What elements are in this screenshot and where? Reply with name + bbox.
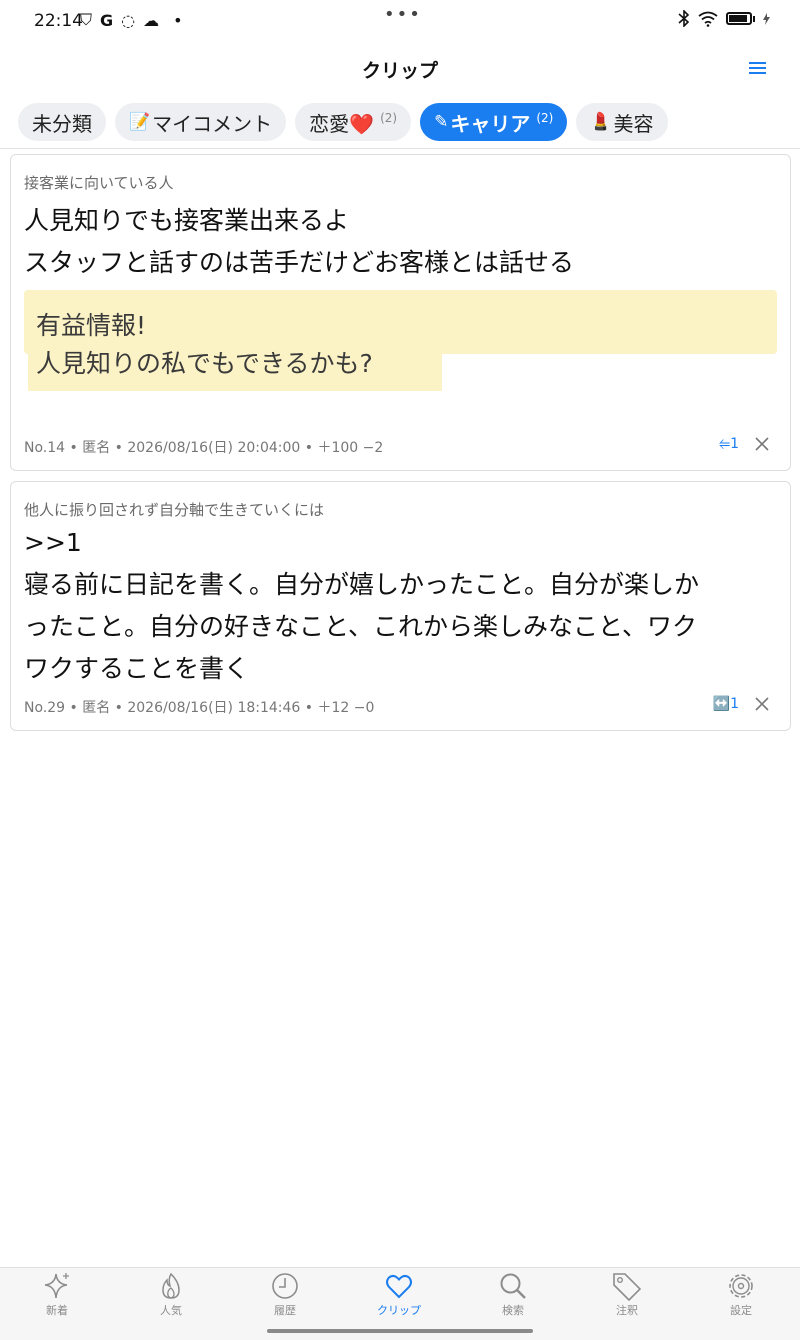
tab-love[interactable]: 恋愛❤️ (2): [295, 103, 412, 141]
bottom-tab-label: 注釈: [616, 1304, 638, 1317]
tab-label: 未分類: [32, 111, 92, 136]
comment-line: 寝る前に日記を書く。自分が嬉しかったこと。自分が楽しか: [24, 570, 700, 599]
status-system-icons: [678, 10, 770, 27]
thread-title[interactable]: 接客業に向いている人: [24, 172, 174, 193]
bottom-tab-settings[interactable]: 設定: [684, 1268, 798, 1328]
category-tabs: 未分類 📝 マイコメント 恋愛❤️ (2) ✎ キャリア (2) 💄 美容: [18, 103, 668, 141]
bottom-tab-label: 新着: [46, 1304, 68, 1317]
bottom-tab-label: 履歴: [274, 1304, 296, 1317]
nav-header: クリップ: [0, 50, 800, 90]
battery-tip: [753, 15, 755, 22]
menu-icon[interactable]: [749, 62, 766, 76]
reply-link[interactable]: ↔️1: [713, 696, 739, 712]
comment-image[interactable]: 有益情報! 人見知りの私でもできるかも?: [24, 290, 777, 391]
clock-icon: [272, 1273, 298, 1299]
tab-label: 美容: [613, 111, 654, 136]
image-text-line: 人見知りの私でもできるかも?: [36, 349, 373, 378]
wifi-icon: [698, 11, 718, 27]
comment-line: スタッフと話すのは苦手だけどお客様とは話せる: [24, 248, 575, 277]
close-icon[interactable]: [754, 436, 770, 452]
image-text-line: 有益情報!: [36, 311, 147, 340]
bottom-tab-annotation[interactable]: 注釈: [570, 1268, 684, 1328]
tag-icon: [613, 1273, 642, 1301]
status-bar: 22:14 ⛉ G ◌ ☁ • •••: [0, 0, 800, 44]
charging-icon: [763, 12, 770, 25]
comment-meta: No.29 • 匿名 • 2026/08/16(日) 18:14:46 • ＋1…: [24, 700, 375, 716]
tab-career[interactable]: ✎ キャリア (2): [420, 103, 568, 141]
home-indicator[interactable]: [267, 1329, 533, 1333]
comment-body: 人見知りでも接客業出来るよ スタッフと話すのは苦手だけどお客様とは話せる: [24, 200, 770, 284]
vpn-shield-icon: ⛉: [80, 10, 93, 29]
divider: [0, 148, 800, 149]
status-notification-icons: ⛉ G ◌ ☁ •: [80, 10, 183, 30]
cloud-icon: ☁: [143, 10, 160, 30]
close-icon[interactable]: [754, 696, 770, 712]
memo-icon: 📝: [129, 112, 151, 132]
tab-label: キャリア: [450, 111, 531, 136]
bottom-tab-clip[interactable]: クリップ: [342, 1268, 456, 1328]
battery-icon: [726, 12, 752, 25]
tab-beauty[interactable]: 💄 美容: [576, 103, 668, 141]
multitask-dots-icon[interactable]: •••: [384, 4, 422, 25]
clip-card[interactable]: 他人に振り回されず自分軸で生きていくには >>1 寝る前に日記を書く。自分が嬉し…: [10, 481, 791, 731]
comment-line: ったこと。自分の好きなこと、これから楽しみなこと、ワク: [24, 612, 698, 641]
heart-icon: [386, 1274, 412, 1299]
bottom-tab-new[interactable]: 新着: [0, 1268, 114, 1328]
bottom-tab-label: 人気: [160, 1304, 182, 1317]
tab-label: マイコメント: [152, 111, 273, 136]
tab-label: 恋愛❤️: [309, 111, 375, 136]
clip-card[interactable]: 接客業に向いている人 人見知りでも接客業出来るよ スタッフと話すのは苦手だけどお…: [10, 154, 791, 471]
tab-uncategorized[interactable]: 未分類: [18, 103, 106, 141]
sync-icon: ◌: [121, 10, 136, 30]
thread-title[interactable]: 他人に振り回されず自分軸で生きていくには: [24, 499, 324, 520]
google-icon: G: [100, 10, 114, 30]
comment-line: ワクすることを書く: [24, 654, 250, 683]
bottom-tab-label: クリップ: [377, 1304, 421, 1317]
comment-meta: No.14 • 匿名 • 2026/08/16(日) 20:04:00 • ＋1…: [24, 440, 384, 456]
bottom-tab-search[interactable]: 検索: [456, 1268, 570, 1328]
pencil-icon: ✎: [434, 112, 449, 132]
bottom-tab-history[interactable]: 履歴: [228, 1268, 342, 1328]
tab-count: (2): [380, 111, 398, 125]
tab-my-comments[interactable]: 📝 マイコメント: [115, 103, 287, 141]
bottom-tab-label: 設定: [730, 1304, 752, 1317]
status-time: 22:14: [34, 11, 83, 31]
anchor-link[interactable]: >>1: [24, 522, 770, 564]
gear-icon: [729, 1274, 753, 1298]
bottom-tab-popular[interactable]: 人気: [114, 1268, 228, 1328]
bottom-tab-label: 検索: [502, 1304, 524, 1317]
search-icon: [500, 1273, 526, 1299]
tab-count: (2): [536, 111, 554, 125]
comment-body: >>1 寝る前に日記を書く。自分が嬉しかったこと。自分が楽しか ったこと。自分の…: [24, 522, 770, 690]
comment-line: 人見知りでも接客業出来るよ: [24, 206, 350, 235]
bluetooth-icon: [678, 10, 690, 27]
sparkle-icon: [44, 1273, 69, 1299]
flame-icon: [162, 1272, 180, 1299]
dot-icon: •: [173, 10, 183, 30]
lipstick-icon: 💄: [590, 112, 612, 132]
page-title: クリップ: [361, 60, 438, 82]
reply-link[interactable]: ⥢1: [719, 436, 739, 452]
